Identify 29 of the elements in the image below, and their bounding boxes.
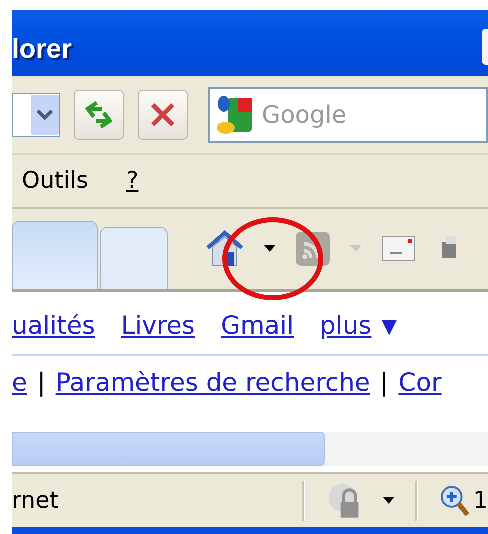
footer-link[interactable]: Cor xyxy=(398,368,442,398)
zoom-icon[interactable] xyxy=(440,484,470,517)
mail-icon[interactable] xyxy=(382,236,416,262)
dropdown-arrow[interactable]: ▼ xyxy=(382,314,398,338)
link-separator: | xyxy=(380,368,389,398)
zone-text: rnet xyxy=(12,488,60,514)
minimize-button[interactable] xyxy=(482,28,488,65)
dropdown-button[interactable] xyxy=(31,95,59,136)
home-icon[interactable] xyxy=(206,230,244,268)
menu-item[interactable]: ? xyxy=(126,168,139,194)
window-title: lorer xyxy=(12,34,72,66)
zoom-level[interactable]: 1 xyxy=(473,488,488,514)
close-icon xyxy=(150,102,176,128)
caret-icon[interactable] xyxy=(382,497,395,504)
chevron-down-icon xyxy=(37,110,53,120)
nav-link[interactable]: Gmail xyxy=(221,311,294,340)
google-logo-icon xyxy=(214,94,254,136)
more-link[interactable]: plus xyxy=(320,311,372,340)
footer-link[interactable]: e xyxy=(12,368,28,398)
nav-link[interactable]: Livres xyxy=(121,311,196,340)
footer-link[interactable]: Paramètres de recherche xyxy=(56,368,370,398)
search-field[interactable]: Google xyxy=(208,87,488,144)
stop-button[interactable] xyxy=(138,90,188,140)
link-separator: | xyxy=(37,368,46,398)
refresh-button[interactable] xyxy=(74,90,124,140)
menu-item[interactable]: Outils xyxy=(22,168,88,194)
address-field[interactable] xyxy=(12,93,60,138)
caret-icon[interactable] xyxy=(264,245,276,252)
nav-link[interactable]: ualités xyxy=(12,311,96,340)
